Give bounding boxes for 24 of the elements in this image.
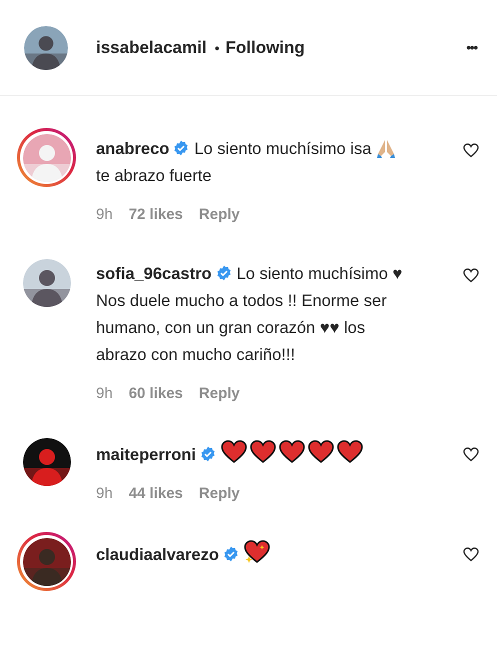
more-options-button[interactable]: •••	[462, 36, 481, 59]
heart-icon	[278, 440, 305, 464]
verified-badge-icon	[222, 546, 239, 562]
comment-time: 9h	[96, 206, 113, 223]
verified-badge-icon	[216, 265, 232, 281]
username[interactable]: issabelacamil	[96, 38, 207, 58]
heart-icon	[220, 440, 247, 464]
comment-username[interactable]: maiteperroni	[96, 446, 196, 464]
verified-badge-icon	[173, 140, 190, 156]
comment-username[interactable]: anabreco	[96, 140, 170, 158]
heart-icon	[336, 440, 363, 464]
comment-username[interactable]: claudiaalvarezo	[96, 546, 219, 564]
heart-icon	[250, 440, 276, 464]
verified-badge-icon	[200, 446, 216, 462]
sparkling-heart-icon	[244, 540, 270, 564]
comment-text: sofia_96castro Lo siento muchísimo ♥ Nos duele mucho a todos !! Enorme ser humano, con un gran corazón ♥♥ los abrazo con mucho cariño!!!	[96, 264, 404, 366]
comment-time: 9h	[96, 485, 113, 502]
separator: •	[214, 40, 220, 56]
comment-text: anabreco Lo siento muchísimo isa te abrazo fuerte	[96, 136, 408, 190]
comment-username[interactable]: sofia_96castro	[96, 265, 212, 283]
heart-icon	[308, 440, 334, 464]
following-label[interactable]: Following	[225, 38, 305, 58]
comment-time: 9h	[96, 385, 113, 402]
praying-hands-icon	[376, 138, 396, 158]
